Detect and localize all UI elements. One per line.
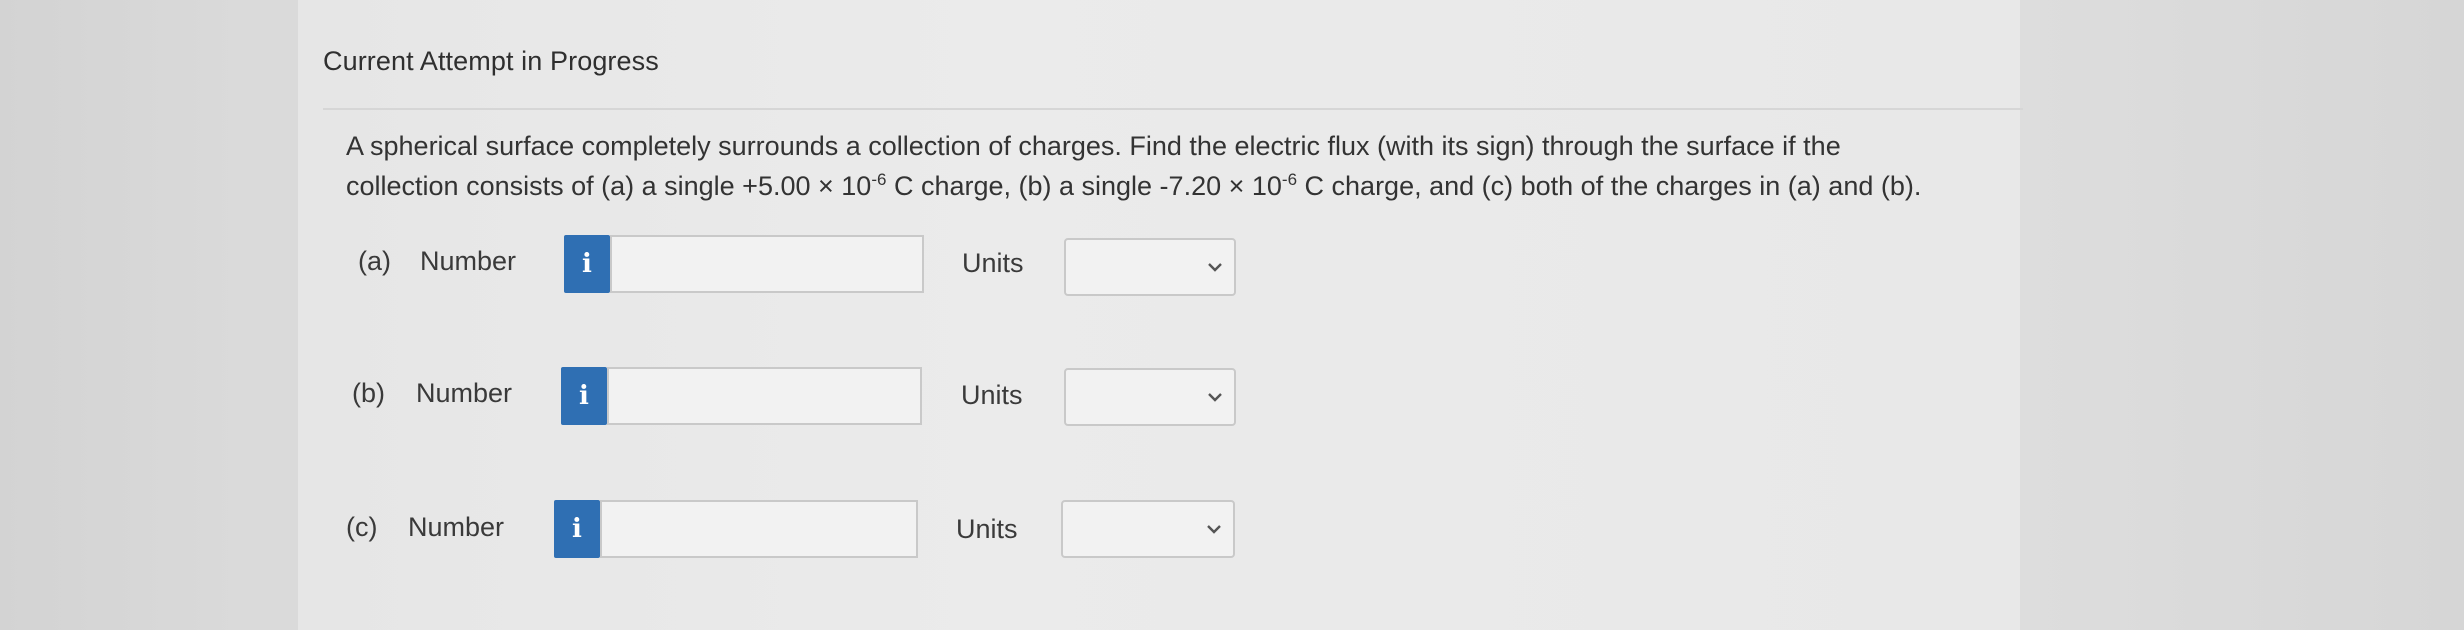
number-label-c: Number xyxy=(408,512,505,542)
chevron-down-icon xyxy=(1208,393,1222,402)
number-input-c[interactable] xyxy=(600,500,918,558)
chevron-down-icon xyxy=(1208,263,1222,272)
heading-divider xyxy=(323,108,2023,110)
question-line-2-part-3: C charge, and (c) both of the charges in… xyxy=(1297,171,1922,201)
question-line-2-part-1: collection consists of (a) a single +5.0… xyxy=(346,171,872,201)
question-line-1: A spherical surface completely surrounds… xyxy=(346,131,1841,161)
units-select-a[interactable] xyxy=(1064,238,1236,296)
answer-row-a: (a) Number i Units xyxy=(0,232,2464,296)
exponent-b: -6 xyxy=(1281,170,1298,189)
attempt-heading: Current Attempt in Progress xyxy=(323,46,659,76)
info-icon[interactable]: i xyxy=(561,367,607,425)
units-select-b[interactable] xyxy=(1064,368,1236,426)
number-label-b: Number xyxy=(416,378,513,408)
part-label-c: (c) xyxy=(346,512,378,542)
number-input-a[interactable] xyxy=(610,235,924,293)
units-label-c: Units xyxy=(956,514,1018,544)
part-label-b: (b) xyxy=(352,378,385,408)
info-icon[interactable]: i xyxy=(554,500,600,558)
answer-row-b: (b) Number i Units xyxy=(0,364,2464,426)
question-text: A spherical surface completely surrounds… xyxy=(346,126,2006,206)
exponent-a: -6 xyxy=(871,170,887,189)
answer-row-c: (c) Number i Units xyxy=(0,498,2464,558)
info-icon[interactable]: i xyxy=(564,235,610,293)
question-line-2-part-2: C charge, (b) a single -7.20 × 10 xyxy=(886,171,1282,201)
number-input-b[interactable] xyxy=(607,367,922,425)
units-label-a: Units xyxy=(962,248,1024,278)
chevron-down-icon xyxy=(1207,525,1221,534)
number-label-a: Number xyxy=(420,246,517,276)
question-line-2: collection consists of (a) a single +5.0… xyxy=(346,166,2006,206)
units-select-c[interactable] xyxy=(1061,500,1235,558)
part-label-a: (a) xyxy=(358,246,391,276)
units-label-b: Units xyxy=(961,380,1023,410)
